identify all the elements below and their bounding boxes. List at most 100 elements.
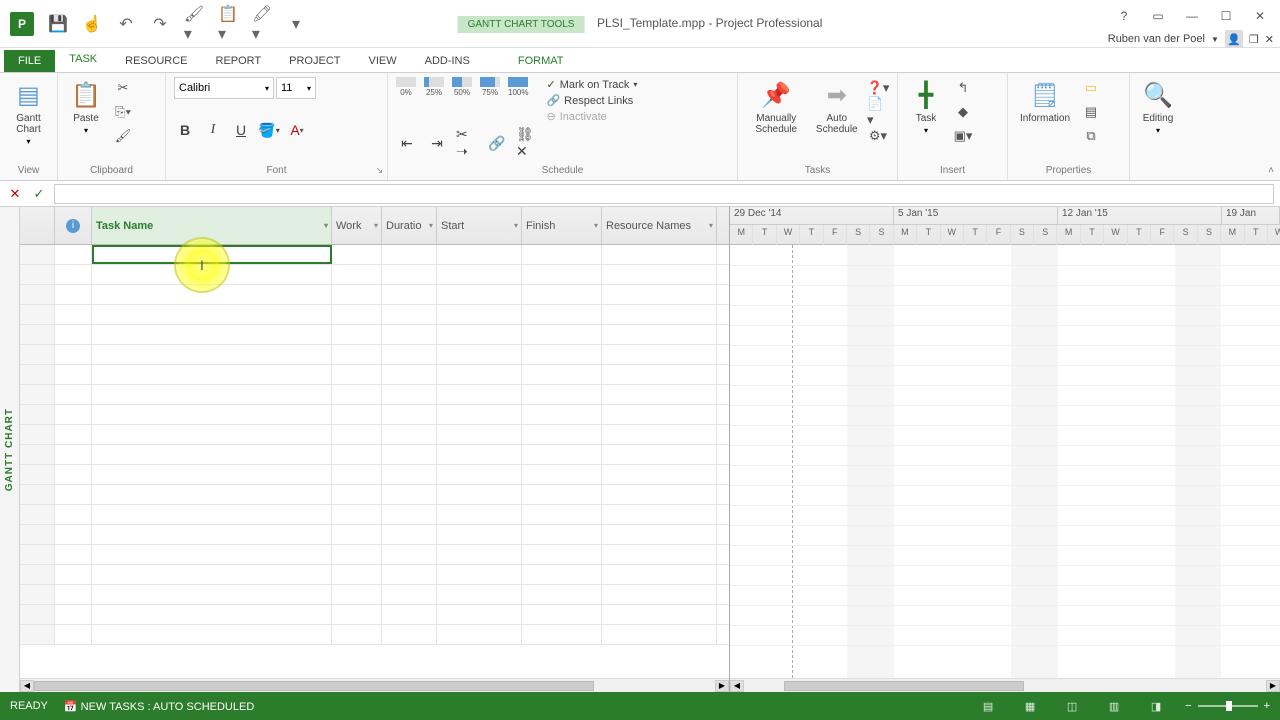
scroll-left-icon[interactable]: ◀	[20, 680, 34, 692]
inactivate-button[interactable]: ⊖ Inactivate	[546, 109, 637, 124]
collapse-ribbon-icon[interactable]: ˄	[1268, 165, 1274, 176]
col-header-Resource Names[interactable]: Resource Names▾	[602, 207, 717, 244]
tab-task[interactable]: TASK	[55, 48, 111, 72]
unlink-tasks-button[interactable]: ⛓✕	[516, 132, 538, 154]
view-task-usage-icon[interactable]: ▦	[1017, 696, 1043, 716]
close-icon[interactable]: ✕	[1246, 6, 1274, 26]
timeline-icon[interactable]: ⧉	[1080, 125, 1102, 147]
pct-50-button[interactable]: 50%	[452, 77, 472, 97]
pct-0-button[interactable]: 0%	[396, 77, 416, 97]
format-painter-icon[interactable]: 🖌▾	[184, 14, 204, 34]
pct-75-button[interactable]: 75%	[480, 77, 500, 97]
view-resource-sheet-icon[interactable]: ▥	[1101, 696, 1127, 716]
tab-format[interactable]: FORMAT	[504, 50, 578, 72]
link-tasks-button[interactable]: 🔗	[486, 132, 508, 154]
undo-icon[interactable]: ↶	[116, 14, 136, 34]
format-painter-icon-small[interactable]: 🖌	[112, 125, 134, 147]
table-row[interactable]	[20, 605, 729, 625]
table-row[interactable]	[20, 305, 729, 325]
paste-opts-icon[interactable]: 📋▾	[218, 14, 238, 34]
summary-icon[interactable]: ↰	[952, 77, 974, 99]
cut-icon[interactable]: ✂	[112, 77, 134, 99]
tab-addins[interactable]: ADD-INS	[411, 50, 484, 72]
col-header-Work[interactable]: Work▾	[332, 207, 382, 244]
milestone-icon[interactable]: ◆	[952, 101, 974, 123]
avatar-icon[interactable]: 👤	[1225, 30, 1243, 48]
restore-sub-icon[interactable]: ❐	[1249, 33, 1259, 46]
deliverable-icon[interactable]: ▣▾	[952, 125, 974, 147]
table-row[interactable]	[20, 485, 729, 505]
tab-resource[interactable]: RESOURCE	[111, 50, 201, 72]
scroll-right-icon[interactable]: ▶	[715, 680, 729, 692]
zoom-in-icon[interactable]: +	[1264, 700, 1270, 712]
table-row[interactable]	[20, 365, 729, 385]
details-icon[interactable]: ▤	[1080, 101, 1102, 123]
auto-schedule-button[interactable]: ➡ Auto Schedule	[813, 77, 861, 137]
editing-button[interactable]: 🔍 Editing ▾	[1138, 77, 1178, 137]
status-mode[interactable]: 📅 NEW TASKS : AUTO SCHEDULED	[64, 700, 254, 713]
table-row[interactable]	[20, 425, 729, 445]
table-row[interactable]	[20, 545, 729, 565]
tab-report[interactable]: REPORT	[202, 50, 276, 72]
zoom-out-icon[interactable]: −	[1185, 700, 1191, 712]
qat-customize-icon[interactable]: ▾	[286, 14, 306, 34]
fill-color-button[interactable]: 🪣▾	[258, 119, 280, 141]
tab-file[interactable]: FILE	[4, 50, 55, 72]
bold-button[interactable]: B	[174, 119, 196, 141]
help-icon[interactable]: ?	[1110, 6, 1138, 26]
minimize-icon[interactable]: —	[1178, 6, 1206, 26]
information-button[interactable]: 🗒 Information	[1016, 77, 1074, 126]
copy-icon[interactable]: ⎘▾	[112, 101, 134, 123]
highlight-icon[interactable]: 🖍▾	[252, 14, 272, 34]
gantt-chart-button[interactable]: ▤ Gantt Chart ▾	[8, 77, 49, 148]
split-task-button[interactable]: ✂➝	[456, 132, 478, 154]
mark-on-track-button[interactable]: ✓ Mark on Track ▾	[546, 77, 637, 92]
view-side-label[interactable]: GANTT CHART	[0, 207, 20, 692]
move-icon[interactable]: 📄▾	[867, 101, 889, 123]
pct-100-button[interactable]: 100%	[508, 77, 528, 97]
table-row[interactable]	[20, 285, 729, 305]
tab-project[interactable]: PROJECT	[275, 50, 354, 72]
col-header-Start[interactable]: Start▾	[437, 207, 522, 244]
tab-view[interactable]: VIEW	[354, 50, 410, 72]
grid-hscroll[interactable]: ◀ ▶	[20, 678, 729, 692]
close-sub-icon[interactable]: ✕	[1265, 33, 1274, 46]
ribbon-min-icon[interactable]: ▭	[1144, 6, 1172, 26]
zoom-slider[interactable]: − +	[1185, 700, 1270, 712]
outdent-button[interactable]: ⇤	[396, 132, 418, 154]
font-dialog-icon[interactable]: ↘	[375, 165, 383, 176]
font-size-select[interactable]: 11▾	[276, 77, 316, 99]
italic-button[interactable]: I	[202, 119, 224, 141]
view-gantt-icon[interactable]: ▤	[975, 696, 1001, 716]
active-cell-editor[interactable]	[92, 245, 332, 264]
col-header-Duratio[interactable]: Duratio▾	[382, 207, 437, 244]
table-row[interactable]	[20, 265, 729, 285]
table-row[interactable]	[20, 405, 729, 425]
table-row[interactable]	[20, 385, 729, 405]
notes-icon[interactable]: ▭	[1080, 77, 1102, 99]
pct-25-button[interactable]: 25%	[424, 77, 444, 97]
table-row[interactable]	[20, 505, 729, 525]
view-report-icon[interactable]: ◨	[1143, 696, 1169, 716]
mode-icon[interactable]: ⚙▾	[867, 125, 889, 147]
table-row[interactable]	[20, 525, 729, 545]
gantt-hscroll[interactable]: ◀ ▶	[730, 678, 1280, 692]
maximize-icon[interactable]: ☐	[1212, 6, 1240, 26]
indent-button[interactable]: ⇥	[426, 132, 448, 154]
col-header-Finish[interactable]: Finish▾	[522, 207, 602, 244]
col-header-Task Name[interactable]: Task Name▾	[92, 207, 332, 244]
table-row[interactable]	[20, 465, 729, 485]
table-row[interactable]	[20, 625, 729, 645]
table-row[interactable]	[20, 565, 729, 585]
font-color-button[interactable]: A▾	[286, 119, 308, 141]
user-name[interactable]: Ruben van der Poel	[1108, 33, 1205, 45]
manual-schedule-button[interactable]: 📌 Manually Schedule	[746, 77, 807, 137]
table-row[interactable]	[20, 585, 729, 605]
paste-button[interactable]: 📋 Paste ▾	[66, 77, 106, 137]
scroll-left-icon[interactable]: ◀	[730, 680, 744, 692]
entry-input[interactable]	[54, 184, 1274, 204]
save-icon[interactable]: 💾	[48, 14, 68, 34]
table-row[interactable]	[20, 445, 729, 465]
font-name-select[interactable]: Calibri▾	[174, 77, 274, 99]
scroll-right-icon[interactable]: ▶	[1266, 680, 1280, 692]
